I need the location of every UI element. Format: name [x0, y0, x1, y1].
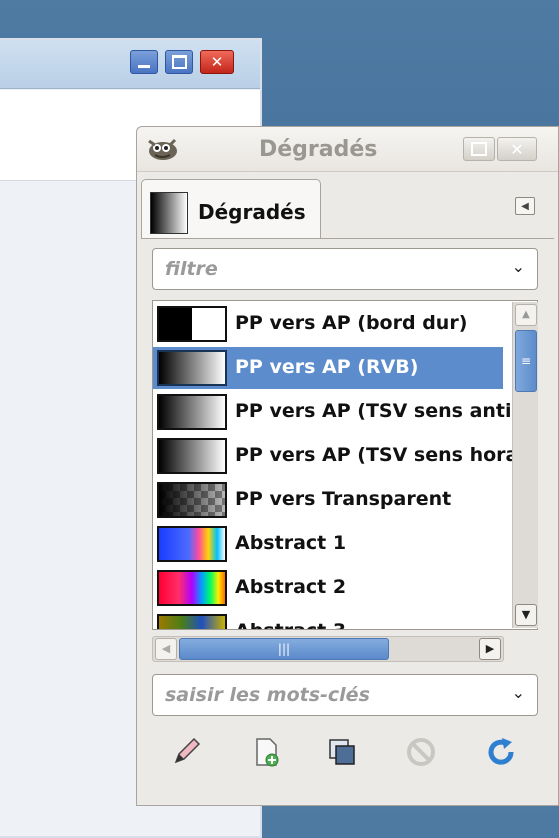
vertical-scrollbar[interactable]: ▲ ≡ ▼: [512, 302, 538, 628]
gradient-swatch: [157, 394, 227, 430]
duplicate-gradient-button[interactable]: [324, 734, 360, 770]
chevron-left-icon: ◀: [161, 642, 171, 655]
dock-titlebar[interactable]: Dégradés ✕: [137, 127, 558, 172]
gradient-name: Abstract 3: [235, 620, 346, 629]
maximize-icon: [166, 51, 192, 73]
list-item[interactable]: PP vers AP (TSV sens horaire): [153, 435, 537, 477]
list-item[interactable]: Abstract 2: [153, 567, 503, 609]
chevron-down-icon: ▼: [521, 608, 531, 621]
gradient-name: PP vers Transparent: [235, 488, 452, 510]
duplicate-gradient-icon: [329, 739, 355, 765]
maximize-button[interactable]: [165, 50, 193, 74]
chevron-down-icon: ⌄: [511, 683, 525, 702]
chevron-down-icon: ⌄: [511, 257, 525, 276]
close-button[interactable]: ✕: [200, 50, 234, 74]
chevron-right-icon: ▶: [485, 642, 495, 655]
gradient-swatch: [157, 526, 227, 562]
gradient-name: Abstract 1: [235, 532, 347, 554]
scroll-left-button[interactable]: ◀: [155, 638, 177, 660]
list-item[interactable]: Abstract 3: [153, 611, 503, 629]
tab-menu-button[interactable]: ◀: [515, 197, 535, 215]
keywords-combo[interactable]: saisir les mots-clés ⌄: [152, 674, 538, 716]
refresh-gradients-button[interactable]: [483, 734, 519, 770]
gradient-swatch: [157, 614, 227, 629]
keywords-placeholder: saisir les mots-clés: [165, 684, 370, 706]
dock-close-button[interactable]: ✕: [497, 137, 537, 161]
horizontal-scroll-thumb[interactable]: |||: [179, 638, 389, 660]
grip-icon: |||: [277, 642, 291, 656]
delete-gradient-icon: [407, 738, 435, 766]
scroll-down-button[interactable]: ▼: [515, 604, 537, 626]
tab-label: Dégradés: [198, 200, 306, 224]
gradient-name: Abstract 2: [235, 576, 347, 598]
grip-icon: ≡: [520, 354, 532, 368]
background-window-titlebar[interactable]: ✕: [0, 40, 260, 89]
gradient-swatch: [157, 482, 227, 518]
gradient-name: PP vers AP (RVB): [235, 356, 419, 378]
minimize-icon: [131, 51, 157, 73]
close-icon: ✕: [510, 139, 524, 159]
dock-title: Dégradés: [259, 137, 378, 162]
scroll-right-button[interactable]: ▶: [479, 638, 501, 660]
filter-placeholder: filtre: [165, 258, 218, 280]
triangle-left-icon: ◀: [521, 200, 529, 212]
gradient-swatch: [157, 570, 227, 606]
edit-gradient-button[interactable]: [168, 734, 204, 770]
refresh-gradients-icon: [488, 738, 514, 765]
edit-gradient-icon: [174, 737, 201, 764]
gradient-name: PP vers AP (bord dur): [235, 312, 468, 334]
list-item[interactable]: PP vers AP (RVB): [153, 347, 503, 389]
new-gradient-button[interactable]: [248, 734, 284, 770]
chevron-up-icon: ▲: [522, 309, 530, 320]
gradient-icon: [150, 192, 188, 234]
gradient-name: PP vers AP (TSV sens horaire): [235, 444, 538, 466]
gradient-swatch: [157, 306, 227, 342]
scroll-up-button[interactable]: ▲: [515, 304, 537, 326]
list-item[interactable]: PP vers Transparent: [153, 479, 503, 521]
list-item[interactable]: PP vers AP (TSV sens antihoraire): [153, 391, 537, 433]
gradient-name: PP vers AP (TSV sens antihoraire): [235, 400, 538, 422]
dock-maximize-button[interactable]: [463, 137, 495, 161]
delete-gradient-button[interactable]: [403, 734, 439, 770]
gimp-icon: [148, 138, 177, 160]
gradient-list: PP vers AP (bord dur) PP vers AP (RVB) P…: [152, 300, 538, 630]
vertical-scroll-thumb[interactable]: ≡: [515, 330, 537, 392]
gradient-swatch: [157, 438, 227, 474]
filter-combo[interactable]: filtre ⌄: [152, 248, 538, 290]
new-gradient-icon: [256, 738, 279, 767]
close-icon: ✕: [210, 53, 224, 71]
gradient-swatch: [157, 350, 227, 386]
list-item[interactable]: PP vers AP (bord dur): [153, 303, 503, 345]
horizontal-scrollbar[interactable]: ◀ ||| ▶: [152, 636, 504, 662]
list-item[interactable]: Abstract 1: [153, 523, 503, 565]
tab-gradients[interactable]: Dégradés: [141, 179, 321, 239]
minimize-button[interactable]: [130, 50, 158, 74]
